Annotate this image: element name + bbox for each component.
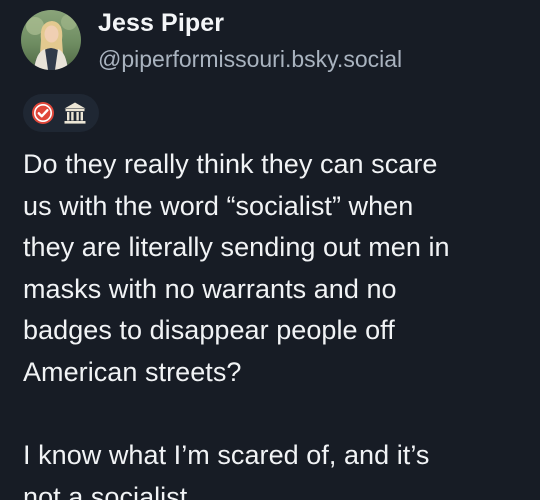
avatar-photo bbox=[21, 10, 81, 70]
author-display-name[interactable]: Jess Piper bbox=[98, 6, 224, 40]
post-card: Jess Piper @piperformissouri.bsky.social… bbox=[0, 0, 540, 500]
post-paragraph: Do they really think they can scare us w… bbox=[23, 149, 450, 387]
verified-check-icon bbox=[32, 102, 54, 124]
author-handle[interactable]: @piperformissouri.bsky.social bbox=[98, 44, 402, 74]
post-paragraph: I know what I’m scared of, and it’s not … bbox=[23, 440, 430, 500]
government-building-icon bbox=[64, 102, 86, 124]
author-avatar[interactable] bbox=[21, 10, 81, 70]
verification-badges[interactable] bbox=[23, 94, 99, 132]
post-body: Do they really think they can scare us w… bbox=[23, 144, 528, 500]
